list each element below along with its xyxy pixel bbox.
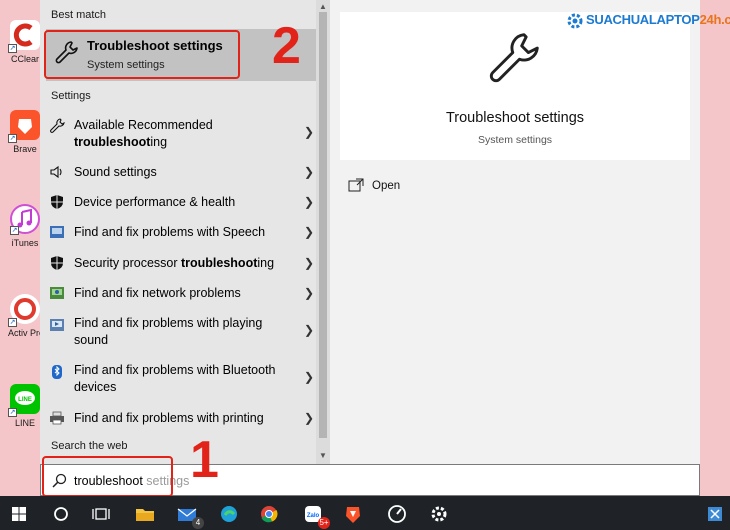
desktop-icon-label: Brave bbox=[13, 144, 37, 154]
gear-logo-icon bbox=[567, 13, 583, 29]
result-label-bold: troubleshoot bbox=[74, 135, 151, 149]
annotation-step-1: 1 bbox=[190, 431, 219, 489]
result-label: Find and fix problems with printing bbox=[74, 411, 264, 425]
result-label-line2: sound bbox=[74, 333, 109, 347]
chevron-right-icon: ❯ bbox=[304, 256, 315, 270]
chrome-icon[interactable] bbox=[256, 501, 282, 527]
chevron-right-icon: ❯ bbox=[304, 370, 315, 384]
file-explorer-icon[interactable] bbox=[132, 501, 158, 527]
settings-gear-icon[interactable] bbox=[426, 501, 452, 527]
desktop-icon-label: iTunes bbox=[11, 238, 39, 248]
task-view-icon[interactable] bbox=[88, 501, 114, 527]
result-fix-printing[interactable]: Find and fix problems with printing ❯ bbox=[40, 408, 316, 430]
result-fix-speech[interactable]: Find and fix problems with Speech ❯ bbox=[40, 222, 316, 244]
detail-title: Troubleshoot settings bbox=[445, 110, 585, 126]
cortana-circle-icon[interactable] bbox=[48, 501, 74, 527]
brave-icon[interactable] bbox=[340, 501, 366, 527]
taskbar: 4 Zalo 5+ bbox=[0, 496, 730, 530]
result-fix-playing-sound[interactable]: Find and fix problems with playing sound… bbox=[40, 314, 316, 354]
result-label-rest: ing bbox=[257, 256, 275, 270]
result-label-line2: devices bbox=[74, 380, 117, 394]
svg-text:LINE: LINE bbox=[18, 397, 32, 403]
desktop-icon-brave[interactable]: ↗ Brave bbox=[8, 110, 42, 154]
chevron-right-icon: ❯ bbox=[304, 125, 315, 139]
screenrec-icon[interactable] bbox=[384, 501, 410, 527]
brave-lion-icon: ↗ bbox=[8, 110, 40, 143]
zalo-app[interactable]: Zalo 5+ bbox=[300, 501, 330, 529]
chevron-right-icon: ❯ bbox=[304, 286, 315, 300]
speaker-icon bbox=[50, 165, 62, 179]
desktop-icon-ccleaner[interactable]: ↗ CClear bbox=[8, 20, 42, 64]
result-detail-pane: Troubleshoot settings System settings Op… bbox=[330, 0, 700, 464]
desktop-icon-label: CClear bbox=[10, 54, 39, 64]
edge-icon[interactable] bbox=[216, 501, 242, 527]
desktop-icon-line[interactable]: LINE ↗ LINE bbox=[8, 384, 42, 428]
activepresenter-icon: ↗ bbox=[8, 294, 40, 327]
desktop-icon-itunes[interactable]: ↗ iTunes bbox=[8, 204, 42, 248]
result-label-bold: troubleshoot bbox=[180, 256, 258, 270]
best-match-header: Best match bbox=[51, 9, 107, 21]
result-label: Find and fix network problems bbox=[74, 286, 241, 300]
ccleaner-icon: ↗ bbox=[8, 20, 40, 53]
scroll-up-icon[interactable]: ▲ bbox=[316, 2, 330, 11]
speech-icon bbox=[50, 226, 64, 238]
windows-start-icon[interactable] bbox=[6, 501, 32, 527]
chevron-right-icon: ❯ bbox=[304, 165, 315, 179]
mail-app[interactable]: 4 bbox=[174, 501, 204, 529]
result-security-processor-troubleshooting[interactable]: Security processor troubleshooting ❯ bbox=[40, 253, 316, 275]
chevron-right-icon: ❯ bbox=[304, 411, 315, 425]
annotation-box-best-match bbox=[44, 30, 240, 79]
result-sound-settings[interactable]: Sound settings ❯ bbox=[40, 162, 316, 184]
watermark-brand: SUACHUALAPTOP bbox=[586, 12, 700, 27]
network-icon bbox=[50, 287, 64, 299]
wrench-icon bbox=[50, 118, 65, 133]
result-label-rest: ing bbox=[150, 135, 168, 149]
shield-icon bbox=[51, 256, 63, 270]
annotation-step-2: 2 bbox=[272, 17, 301, 75]
result-label: Sound settings bbox=[74, 165, 157, 179]
result-available-recommended-troubleshooting[interactable]: Available Recommended troubleshooting ❯ bbox=[40, 116, 316, 156]
line-app-icon: LINE ↗ bbox=[8, 384, 40, 417]
settings-header: Settings bbox=[51, 90, 91, 102]
result-fix-bluetooth[interactable]: Find and fix problems with Bluetooth dev… bbox=[40, 361, 316, 401]
open-window-icon bbox=[348, 178, 364, 192]
printer-icon bbox=[50, 411, 64, 425]
chevron-right-icon: ❯ bbox=[304, 225, 315, 239]
audio-troubleshoot-icon bbox=[50, 319, 64, 331]
result-fix-network[interactable]: Find and fix network problems ❯ bbox=[40, 283, 316, 305]
result-device-performance-health[interactable]: Device performance & health ❯ bbox=[40, 192, 316, 214]
svg-text:Zalo: Zalo bbox=[307, 513, 320, 519]
detail-card: Troubleshoot settings System settings bbox=[340, 12, 690, 160]
search-web-header: Search the web bbox=[51, 440, 128, 452]
scroll-down-icon[interactable]: ▼ bbox=[316, 451, 330, 460]
detail-subtitle: System settings bbox=[477, 134, 553, 146]
wrench-icon bbox=[489, 33, 539, 83]
result-label-line1: Available Recommended bbox=[74, 118, 213, 132]
desktop-icon-label: LINE bbox=[14, 418, 35, 428]
result-label-line1: Find and fix problems with playing bbox=[74, 316, 263, 330]
shield-icon bbox=[51, 195, 63, 209]
open-label: Open bbox=[372, 180, 401, 192]
itunes-note-icon: ↗ bbox=[10, 204, 40, 235]
desktop-icon-activepresenter[interactable]: ↗ Activ Presen bbox=[8, 294, 42, 338]
result-label-pre: Security processor bbox=[74, 256, 181, 270]
result-label: Find and fix problems with Speech bbox=[74, 225, 266, 239]
watermark-suffix: 24h.com bbox=[699, 12, 730, 27]
result-label: Device performance & health bbox=[74, 195, 236, 209]
annotation-box-search bbox=[42, 456, 173, 497]
chevron-right-icon: ❯ bbox=[304, 195, 315, 209]
tray-app-icon[interactable] bbox=[702, 501, 728, 527]
results-scrollbar[interactable]: ▲ ▼ bbox=[316, 0, 330, 464]
mail-unread-badge: 4 bbox=[192, 517, 204, 529]
bluetooth-icon bbox=[52, 365, 62, 379]
scrollbar-thumb[interactable] bbox=[319, 12, 327, 438]
chevron-right-icon: ❯ bbox=[304, 323, 315, 337]
zalo-notification-badge: 5+ bbox=[318, 517, 330, 529]
result-label-line1: Find and fix problems with Bluetooth bbox=[74, 363, 276, 377]
desktop-icon-label: Activ Presen bbox=[8, 328, 42, 338]
